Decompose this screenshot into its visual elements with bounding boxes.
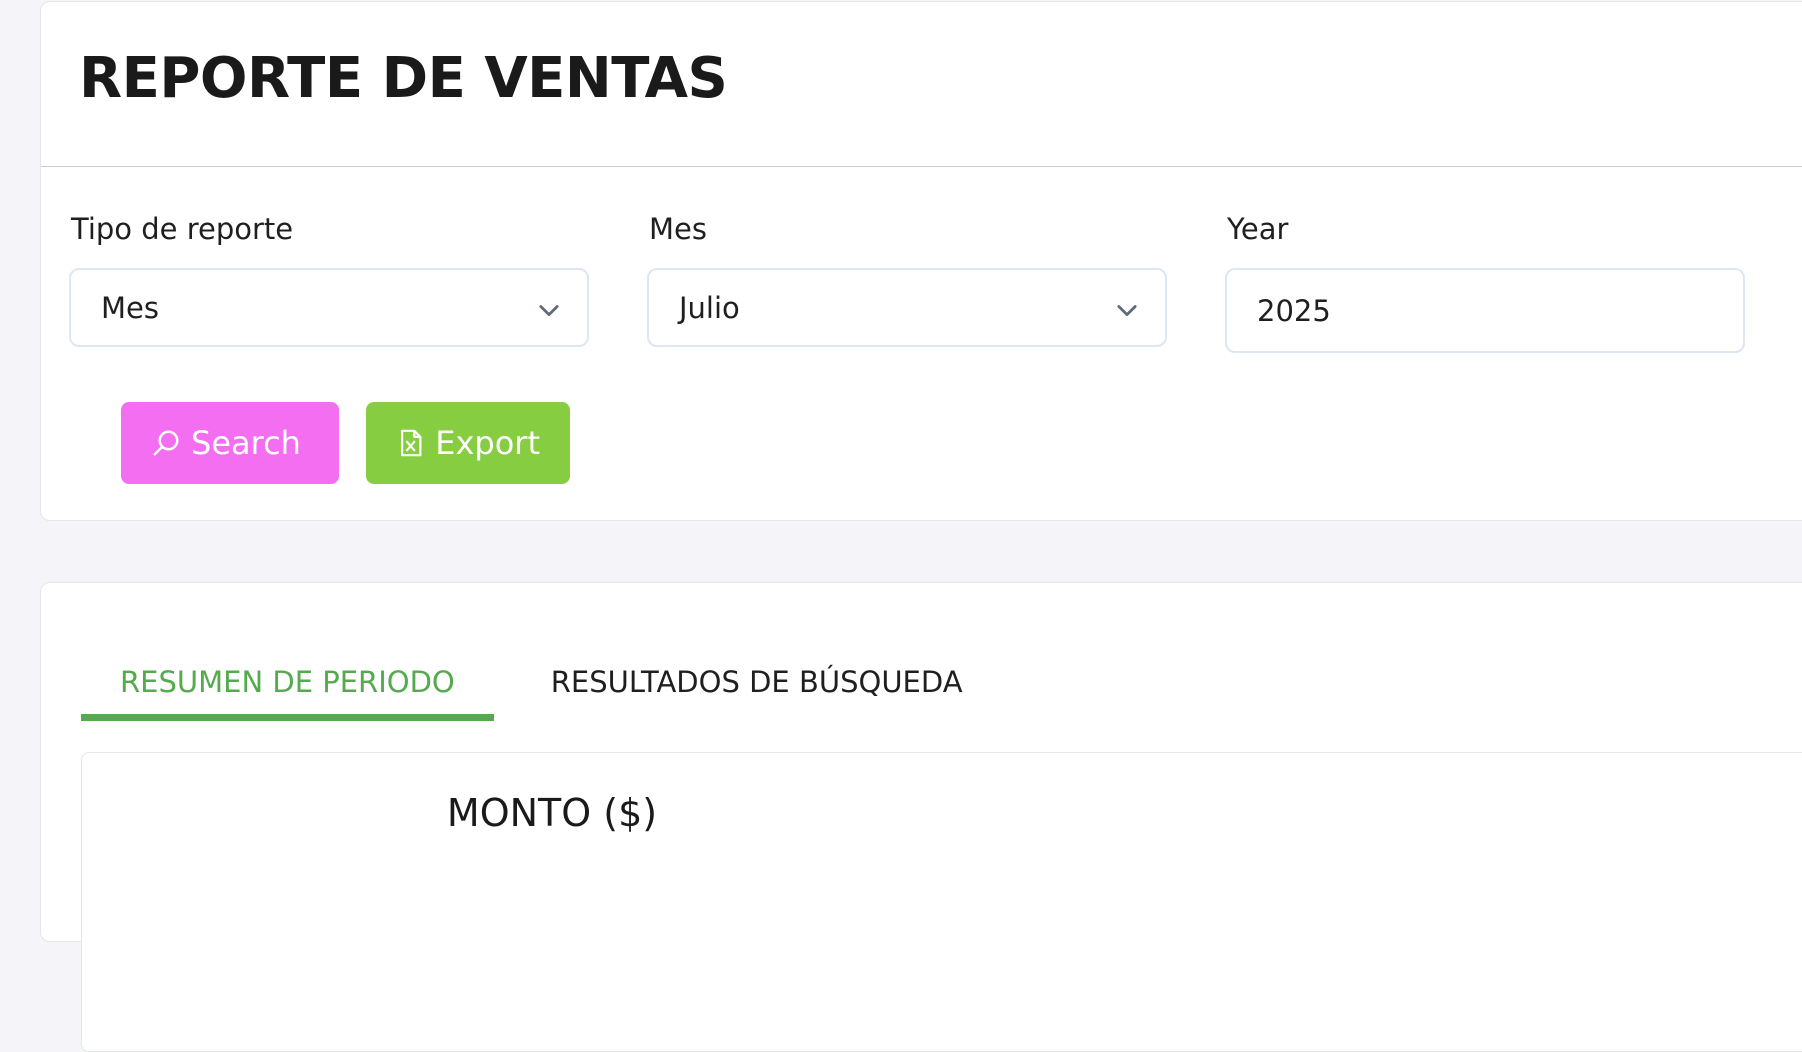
export-button[interactable]: Export — [366, 402, 570, 484]
month-select[interactable]: Julio — [647, 268, 1167, 347]
panel-title: MONTO ($) — [446, 791, 658, 835]
month-field: Mes Julio — [647, 212, 1167, 347]
excel-file-icon — [400, 429, 422, 457]
results-card: RESUMEN DE PERIODO RESULTADOS DE BÚSQUED… — [40, 582, 1802, 1052]
search-icon — [153, 430, 179, 456]
report-type-label: Tipo de reporte — [71, 212, 294, 246]
report-type-field: Tipo de reporte Mes — [69, 212, 589, 347]
year-field: Year 2025 — [1225, 212, 1745, 353]
chevron-down-icon — [1117, 305, 1137, 317]
card-header: REPORTE DE VENTAS — [41, 2, 1802, 167]
export-button-label: Export — [435, 424, 540, 462]
chevron-down-icon — [539, 305, 559, 317]
tab-resultados-de-busqueda[interactable]: RESULTADOS DE BÚSQUEDA — [512, 643, 1002, 721]
summary-panel: MONTO ($) — [81, 752, 1802, 1052]
tab-bar: RESUMEN DE PERIODO RESULTADOS DE BÚSQUED… — [81, 643, 1002, 721]
search-button[interactable]: Search — [121, 402, 339, 484]
month-value: Julio — [679, 290, 740, 325]
year-label: Year — [1227, 212, 1289, 246]
filter-card: REPORTE DE VENTAS Tipo de reporte Mes Me… — [40, 1, 1802, 521]
year-value: 2025 — [1257, 293, 1331, 328]
year-input[interactable]: 2025 — [1225, 268, 1745, 353]
search-button-label: Search — [191, 424, 301, 462]
month-label: Mes — [649, 212, 707, 246]
report-type-select[interactable]: Mes — [69, 268, 589, 347]
tab-resumen-de-periodo[interactable]: RESUMEN DE PERIODO — [81, 643, 494, 721]
page-title: REPORTE DE VENTAS — [79, 46, 728, 111]
report-type-value: Mes — [101, 290, 159, 325]
